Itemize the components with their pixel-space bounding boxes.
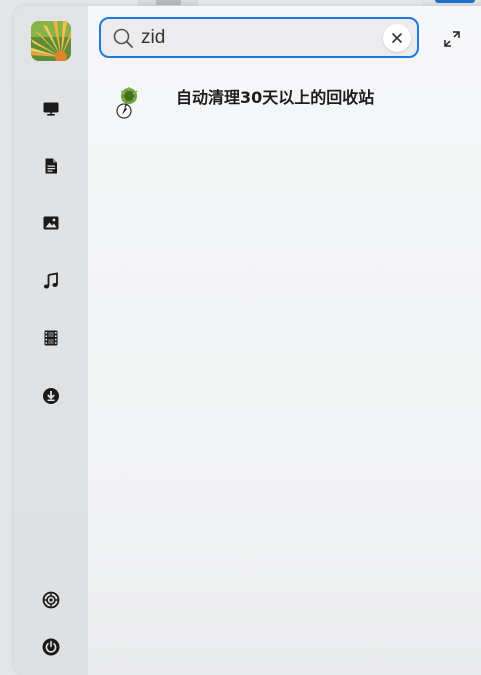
sidebar-item-power[interactable] (40, 636, 62, 658)
download-icon (43, 388, 59, 404)
image-icon (43, 216, 59, 230)
fullscreen-toggle-button[interactable] (441, 28, 463, 50)
sidebar-item-music[interactable] (40, 270, 62, 292)
search-result-label: 自动清理30天以上的回收站 (176, 88, 375, 107)
background-accent-fragment (435, 0, 475, 3)
sidebar-item-computer[interactable] (40, 98, 62, 120)
search-box[interactable] (99, 17, 419, 58)
sidebar-item-downloads[interactable] (40, 385, 62, 407)
avatar-flower-image (31, 21, 71, 61)
launcher-panel: 自动清理30天以上的回收站 (14, 6, 481, 675)
search-input[interactable] (141, 24, 371, 52)
sidebar-item-documents[interactable] (40, 155, 62, 177)
sidebar-item-settings[interactable] (40, 589, 62, 611)
sidebar-item-videos[interactable] (40, 327, 62, 349)
document-icon (45, 158, 57, 174)
gear-icon (42, 591, 60, 609)
clear-search-button[interactable] (383, 24, 411, 52)
search-icon (113, 28, 133, 48)
cleanup-script-icon (116, 87, 138, 119)
user-avatar[interactable] (31, 21, 71, 61)
music-note-icon (43, 272, 58, 289)
launcher-screen: 自动清理30天以上的回收站 (0, 0, 481, 675)
search-result-item[interactable]: 自动清理30天以上的回收站 (110, 78, 470, 124)
film-icon (44, 330, 58, 346)
close-icon (392, 33, 402, 43)
sidebar-item-pictures[interactable] (40, 212, 62, 234)
expand-icon (444, 31, 460, 47)
launcher-sidebar (14, 6, 88, 675)
monitor-icon (43, 102, 59, 116)
background-window-fragment (156, 0, 181, 5)
power-icon (42, 638, 60, 656)
